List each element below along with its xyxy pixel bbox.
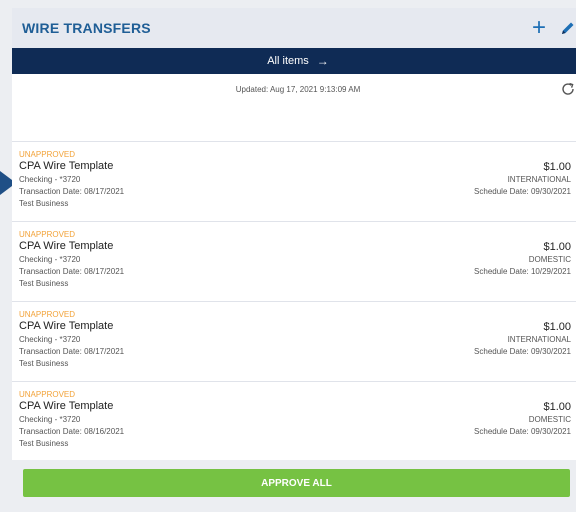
- arrow-right-icon: →: [316, 54, 329, 68]
- business-name: Test Business: [19, 359, 69, 368]
- transfer-type: DOMESTIC: [528, 415, 571, 424]
- schedule-date: Schedule Date: 09/30/2021: [474, 427, 571, 436]
- header-actions: +: [532, 16, 576, 40]
- transaction-date: Transaction Date: 08/17/2021: [19, 267, 125, 276]
- transfer-type: INTERNATIONAL: [507, 175, 571, 184]
- transfer-name: CPA Wire Template: [19, 320, 114, 332]
- transaction-date: Transaction Date: 08/17/2021: [19, 347, 125, 356]
- updated-status-row: Updated: Aug 17, 2021 9:13:09 AM: [12, 74, 576, 104]
- approve-all-button[interactable]: APPROVE ALL: [23, 469, 570, 497]
- transfer-list-item[interactable]: UNAPPROVED CPA Wire Template Checking - …: [12, 222, 576, 302]
- business-name: Test Business: [19, 439, 69, 448]
- transfer-amount: $1.00: [543, 321, 571, 333]
- transfer-type: DOMESTIC: [528, 255, 571, 264]
- transfer-list-item[interactable]: UNAPPROVED CPA Wire Template Checking - …: [12, 382, 576, 462]
- schedule-date: Schedule Date: 10/29/2021: [474, 267, 571, 276]
- transfer-amount: $1.00: [543, 401, 571, 413]
- account-label: Checking - *3720: [19, 415, 81, 424]
- schedule-date: Schedule Date: 09/30/2021: [474, 347, 571, 356]
- panel-header: WIRE TRANSFERS +: [12, 8, 576, 48]
- plus-icon[interactable]: +: [532, 16, 546, 40]
- transaction-date: Transaction Date: 08/16/2021: [19, 427, 125, 436]
- wire-transfers-panel: WIRE TRANSFERS + All items → Updated: Au…: [12, 8, 576, 512]
- account-label: Checking - *3720: [19, 175, 81, 184]
- transfer-list-item[interactable]: UNAPPROVED CPA Wire Template Checking - …: [12, 302, 576, 382]
- transfer-name: CPA Wire Template: [19, 160, 114, 172]
- all-items-filter[interactable]: All items →: [12, 48, 576, 74]
- transfer-amount: $1.00: [543, 161, 571, 173]
- all-items-label: All items: [267, 55, 309, 67]
- transaction-date: Transaction Date: 08/17/2021: [19, 187, 125, 196]
- refresh-icon[interactable]: [560, 81, 576, 97]
- transfer-type: INTERNATIONAL: [507, 335, 571, 344]
- status-label: UNAPPROVED: [19, 390, 76, 399]
- page-title: WIRE TRANSFERS: [22, 20, 151, 36]
- business-name: Test Business: [19, 199, 69, 208]
- transfer-name: CPA Wire Template: [19, 240, 114, 252]
- updated-timestamp: Updated: Aug 17, 2021 9:13:09 AM: [235, 84, 361, 94]
- status-label: UNAPPROVED: [19, 310, 76, 319]
- account-label: Checking - *3720: [19, 335, 81, 344]
- status-label: UNAPPROVED: [19, 230, 76, 239]
- pencil-icon[interactable]: [560, 20, 576, 36]
- transfer-list-item[interactable]: UNAPPROVED CPA Wire Template Checking - …: [12, 142, 576, 222]
- transfer-amount: $1.00: [543, 241, 571, 253]
- status-label: UNAPPROVED: [19, 150, 76, 159]
- panel-footer: APPROVE ALL: [12, 460, 576, 512]
- wire-transfer-list: UNAPPROVED CPA Wire Template Checking - …: [12, 141, 576, 462]
- business-name: Test Business: [19, 279, 69, 288]
- transfer-name: CPA Wire Template: [19, 400, 114, 412]
- schedule-date: Schedule Date: 09/30/2021: [474, 187, 571, 196]
- account-label: Checking - *3720: [19, 255, 81, 264]
